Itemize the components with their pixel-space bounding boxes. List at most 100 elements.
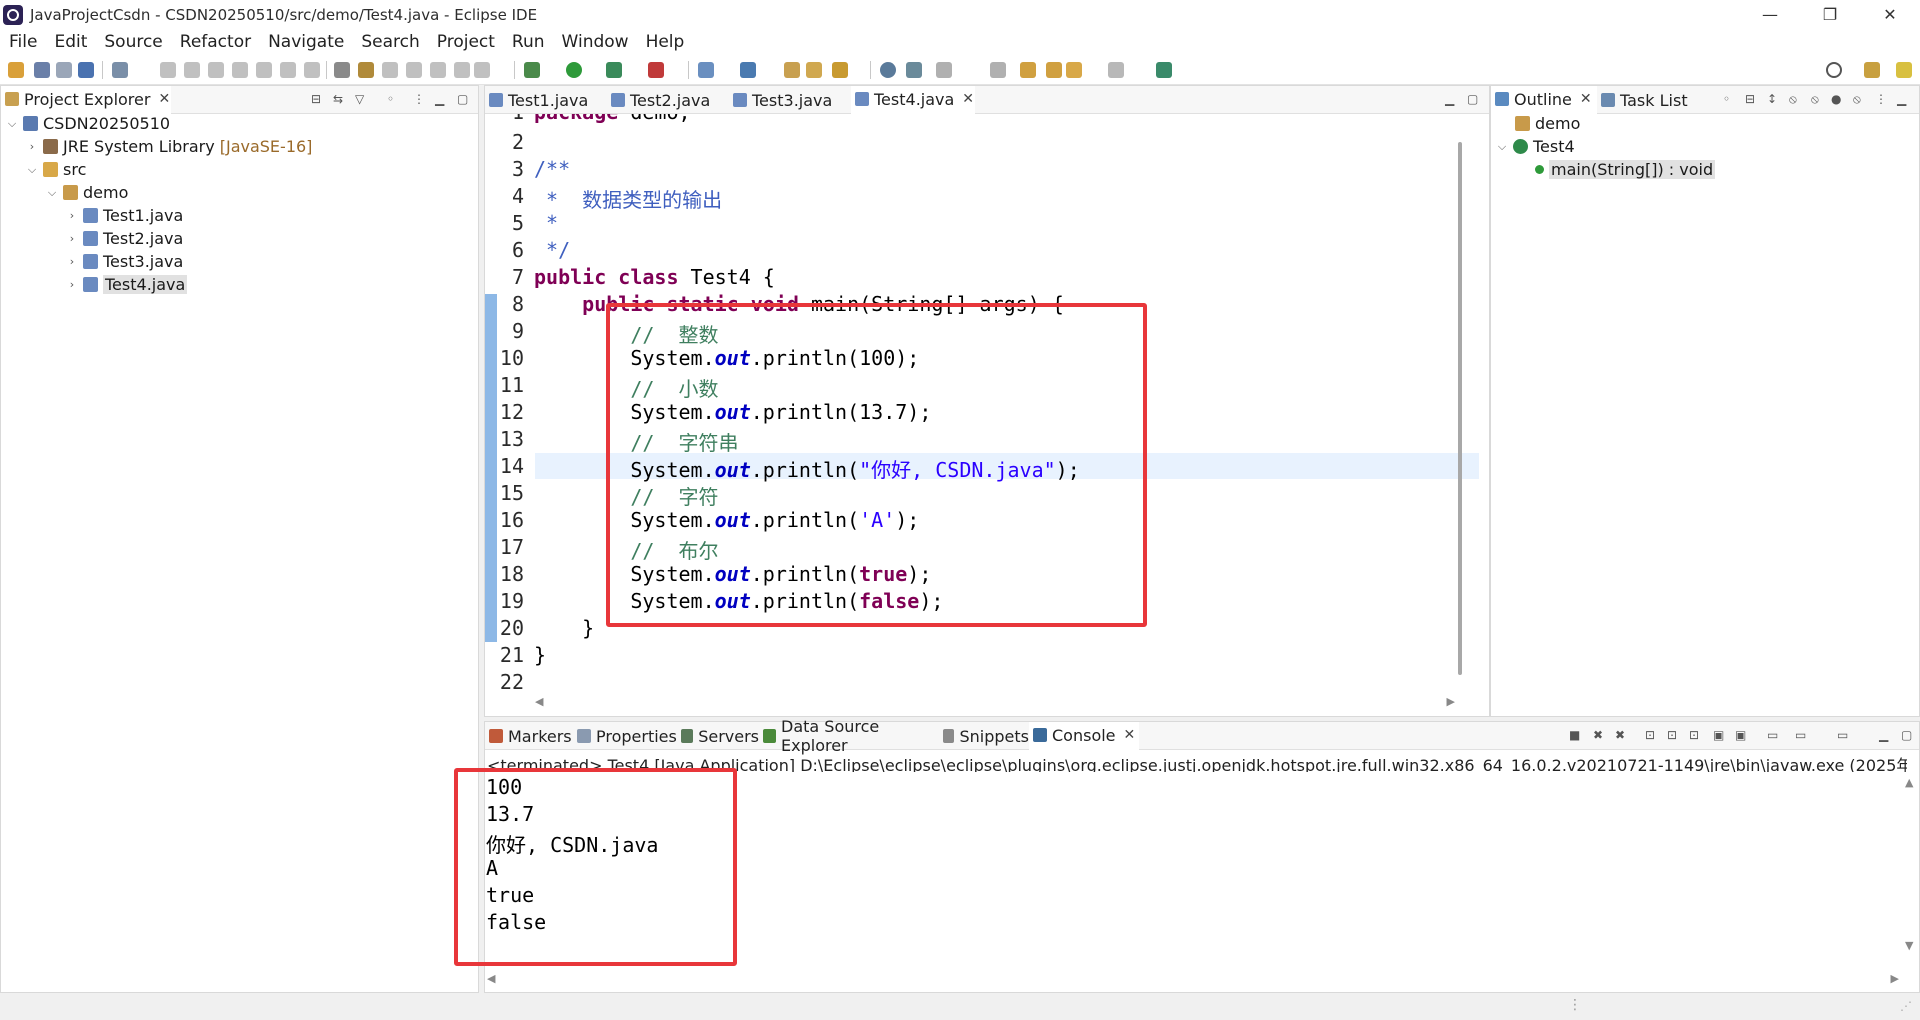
tab-snippets[interactable]: Snippets — [939, 722, 1029, 750]
focus-icon[interactable]: ◦ — [1723, 92, 1730, 106]
save-all-icon[interactable] — [56, 62, 72, 78]
external-tools-icon[interactable] — [648, 62, 664, 78]
menu-run[interactable]: Run — [504, 32, 553, 52]
show-stdout-icon[interactable]: ▣ — [1713, 728, 1724, 742]
outline-package[interactable]: demo — [1515, 112, 1580, 135]
close-icon[interactable]: ✕ — [962, 91, 974, 107]
pilcrow-icon[interactable] — [474, 62, 490, 78]
tree-item-file[interactable]: › Test1.java — [65, 204, 184, 227]
minimize-view-icon[interactable]: ▁ — [1445, 92, 1454, 106]
minimize-button[interactable]: — — [1740, 0, 1800, 29]
collapse-all-icon[interactable]: ⊟ — [311, 92, 321, 106]
tab-test1[interactable]: Test1.java — [485, 86, 607, 114]
tab-console[interactable]: Console ✕ — [1029, 722, 1139, 750]
remove-all-icon[interactable]: ✖ — [1615, 728, 1625, 742]
focus-icon[interactable]: ◦ — [387, 92, 394, 106]
last-edit-icon[interactable] — [1020, 62, 1036, 78]
back-icon[interactable] — [1066, 62, 1082, 78]
whitespace-icon[interactable] — [454, 62, 470, 78]
tree-item-file-selected[interactable]: › Test4.java — [65, 273, 188, 296]
hide-static-icon[interactable]: ⦸ — [1811, 92, 1819, 107]
scroll-lock-icon[interactable]: ⊡ — [1667, 728, 1677, 742]
tab-test2[interactable]: Test2.java — [607, 86, 729, 114]
view-menu-icon[interactable]: ⋮ — [1875, 92, 1887, 106]
scroll-right-icon[interactable]: ▶ — [1447, 695, 1455, 708]
disconnect-icon[interactable] — [232, 62, 248, 78]
toggle-block-icon[interactable] — [334, 62, 350, 78]
menu-search[interactable]: Search — [353, 32, 427, 52]
chevron-right-icon[interactable]: › — [65, 209, 79, 222]
tree-item-project[interactable]: ⌵ CSDN20250510 — [5, 112, 170, 135]
open-console-icon[interactable]: ▭ — [1837, 728, 1848, 742]
last-edit-forward-icon[interactable] — [1046, 62, 1062, 78]
scroll-left-icon[interactable]: ◀ — [487, 972, 495, 985]
tab-servers[interactable]: Servers — [677, 722, 759, 750]
next-annotation-icon[interactable] — [936, 62, 952, 78]
tab-outline[interactable]: Outline ✕ — [1491, 86, 1597, 114]
step-over-icon[interactable] — [280, 62, 296, 78]
java-perspective-icon[interactable] — [1896, 62, 1912, 78]
close-window-button[interactable]: ✕ — [1860, 0, 1920, 29]
chevron-right-icon[interactable]: › — [65, 232, 79, 245]
open-type-icon[interactable] — [784, 62, 800, 78]
chevron-right-icon[interactable]: › — [65, 278, 79, 291]
step-into-icon[interactable] — [256, 62, 272, 78]
chevron-down-icon[interactable]: ⌵ — [5, 117, 19, 131]
hide-nonpublic-icon[interactable]: ● — [1831, 92, 1841, 106]
clear-console-icon[interactable]: ⊡ — [1645, 728, 1655, 742]
new-class-icon[interactable] — [740, 62, 756, 78]
forward-icon[interactable] — [1108, 62, 1124, 78]
search-tool-icon[interactable] — [906, 62, 922, 78]
console-vertical-scrollbar[interactable]: ▲ ▼ — [1905, 776, 1917, 952]
filter-icon[interactable]: ▽ — [355, 92, 364, 106]
sort-icon[interactable]: ↕ — [1767, 92, 1777, 106]
word-wrap-icon[interactable]: ⊡ — [1689, 728, 1699, 742]
display-console-icon[interactable]: ▭ — [1795, 728, 1806, 742]
chevron-down-icon[interactable]: ⌵ — [45, 186, 59, 200]
brush-icon[interactable] — [832, 62, 848, 78]
new-java-project-icon[interactable] — [698, 62, 714, 78]
menu-edit[interactable]: Edit — [46, 32, 95, 52]
tab-properties[interactable]: Properties — [573, 722, 677, 750]
scroll-left-icon[interactable]: ◀ — [535, 695, 543, 708]
tab-task-list[interactable]: Task List — [1597, 86, 1717, 114]
close-icon[interactable]: ✕ — [1124, 727, 1136, 743]
tree-item-jre[interactable]: › JRE System Library [JavaSE-16] — [25, 135, 313, 158]
tree-item-package[interactable]: ⌵ demo — [45, 181, 129, 204]
annotation-icon[interactable] — [430, 62, 446, 78]
globe-icon[interactable] — [880, 62, 896, 78]
minimize-view-icon[interactable]: ▁ — [1897, 92, 1906, 106]
tab-project-explorer[interactable]: Project Explorer ✕ — [1, 86, 171, 114]
coverage-icon[interactable] — [606, 62, 622, 78]
open-perspective-icon[interactable] — [1864, 62, 1880, 78]
pin-editor-icon[interactable] — [1156, 62, 1172, 78]
restore-button[interactable]: ❐ — [1800, 0, 1860, 29]
save-icon[interactable] — [34, 62, 50, 78]
highlight-icon[interactable] — [406, 62, 422, 78]
chevron-right-icon[interactable]: › — [25, 140, 39, 153]
menu-refactor[interactable]: Refactor — [172, 32, 259, 52]
skip-breakpoints-icon[interactable] — [112, 62, 128, 78]
outline-method[interactable]: main(String[]) : void — [1535, 158, 1716, 181]
run-icon[interactable] — [566, 62, 582, 78]
prev-annotation-icon[interactable] — [990, 62, 1006, 78]
menu-window[interactable]: Window — [554, 32, 637, 52]
menu-source[interactable]: Source — [96, 32, 170, 52]
horizontal-scrollbar[interactable]: ◀ ▶ — [535, 695, 1455, 712]
vertical-scrollbar[interactable] — [1458, 142, 1462, 675]
terminal-icon[interactable] — [78, 62, 94, 78]
show-stderr-icon[interactable]: ▣ — [1735, 728, 1746, 742]
close-icon[interactable]: ✕ — [1580, 91, 1592, 107]
maximize-view-icon[interactable]: ▢ — [1467, 92, 1478, 106]
chevron-down-icon[interactable]: ⌵ — [1495, 140, 1509, 154]
scroll-down-icon[interactable]: ▼ — [1905, 939, 1913, 952]
close-icon[interactable]: ✕ — [158, 91, 170, 107]
outline-class[interactable]: ⌵ Test4 — [1495, 135, 1575, 158]
resize-grip-icon[interactable]: ⋰ — [1900, 999, 1912, 1013]
chevron-down-icon[interactable]: ⌵ — [25, 163, 39, 177]
tree-item-file[interactable]: › Test2.java — [65, 227, 184, 250]
resume-icon[interactable] — [160, 62, 176, 78]
view-menu-icon[interactable]: ⋮ — [413, 92, 425, 106]
menu-navigate[interactable]: Navigate — [260, 32, 352, 52]
debug-icon[interactable] — [524, 62, 540, 78]
